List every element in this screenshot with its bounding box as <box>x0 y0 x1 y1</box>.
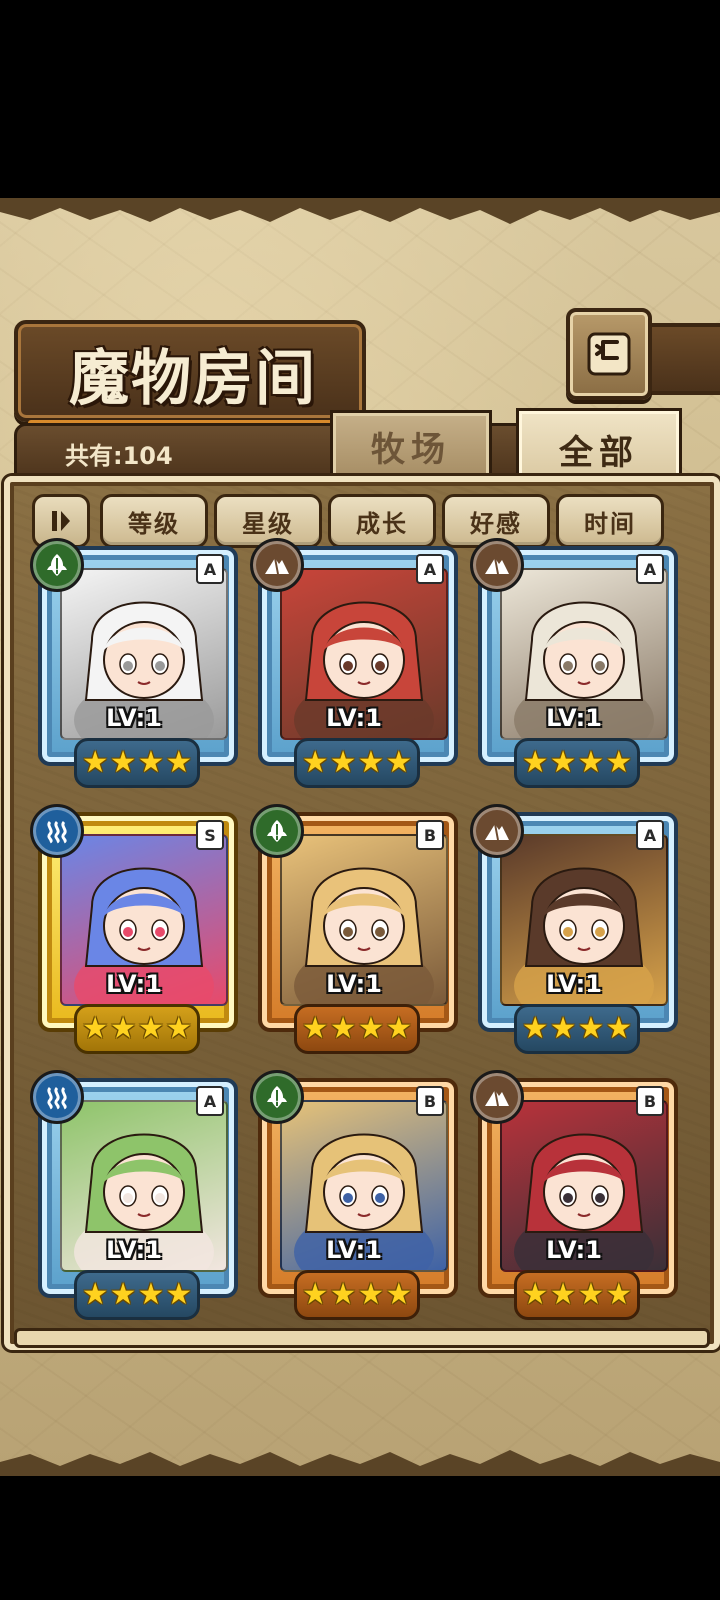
monster-card[interactable]: B LV:1 ★ ★ ★ ★ <box>250 804 458 1054</box>
game-screen: 魔物房间 共有:104 牧场 全部 等级 星级 成长 好感 时间 A LV:1 … <box>0 198 720 1476</box>
star-icon: ★ <box>137 745 165 780</box>
monster-level: LV:1 <box>546 704 602 732</box>
monster-card[interactable]: B LV:1 ★ ★ ★ ★ <box>470 1070 678 1320</box>
rank-badge: S <box>196 820 224 850</box>
star-icon: ★ <box>357 745 385 780</box>
star-icon: ★ <box>109 1277 137 1312</box>
earth-mountain-icon <box>470 538 524 592</box>
star-icon: ★ <box>329 1277 357 1312</box>
rank-badge: B <box>636 1086 664 1116</box>
star-icon: ★ <box>329 1011 357 1046</box>
star-icon: ★ <box>329 745 357 780</box>
earth-mountain-icon <box>470 804 524 858</box>
monster-level: LV:1 <box>106 704 162 732</box>
rank-badge: A <box>416 554 444 584</box>
star-icon: ★ <box>137 1277 165 1312</box>
star-icon: ★ <box>577 1277 605 1312</box>
star-rating: ★ ★ ★ ★ <box>294 738 420 788</box>
star-icon: ★ <box>165 1011 193 1046</box>
star-rating: ★ ★ ★ ★ <box>74 738 200 788</box>
rank-badge: A <box>196 554 224 584</box>
monster-level: LV:1 <box>106 970 162 998</box>
monster-card[interactable]: B LV:1 ★ ★ ★ ★ <box>250 1070 458 1320</box>
star-icon: ★ <box>605 1277 633 1312</box>
torn-paper-bottom <box>0 1450 720 1476</box>
star-icon: ★ <box>81 1011 109 1046</box>
monster-level: LV:1 <box>326 1236 382 1264</box>
monster-card[interactable]: A LV:1 ★ ★ ★ ★ <box>30 538 238 788</box>
rank-badge: A <box>196 1086 224 1116</box>
star-icon: ★ <box>137 1011 165 1046</box>
star-icon: ★ <box>549 1277 577 1312</box>
back-rail <box>640 323 720 395</box>
star-icon: ★ <box>521 1011 549 1046</box>
filter-time[interactable]: 时间 <box>556 494 664 548</box>
rank-badge: A <box>636 820 664 850</box>
star-icon: ★ <box>577 1011 605 1046</box>
star-icon: ★ <box>301 1277 329 1312</box>
star-icon: ★ <box>165 1277 193 1312</box>
panel-bottom-bar <box>14 1328 710 1348</box>
monster-level: LV:1 <box>106 1236 162 1264</box>
title-plate: 魔物房间 <box>14 320 366 426</box>
water-wave-icon <box>30 1070 84 1124</box>
star-icon: ★ <box>605 745 633 780</box>
earth-mountain-icon <box>470 1070 524 1124</box>
star-icon: ★ <box>385 745 413 780</box>
star-icon: ★ <box>549 1011 577 1046</box>
star-icon: ★ <box>521 745 549 780</box>
back-button[interactable] <box>566 308 652 400</box>
star-icon: ★ <box>577 745 605 780</box>
star-rating: ★ ★ ★ ★ <box>514 1270 640 1320</box>
star-icon: ★ <box>109 1011 137 1046</box>
star-rating: ★ ★ ★ ★ <box>74 1004 200 1054</box>
star-icon: ★ <box>301 1011 329 1046</box>
star-icon: ★ <box>521 1277 549 1312</box>
tab-pasture[interactable]: 牧场 <box>330 410 492 482</box>
rank-badge: B <box>416 1086 444 1116</box>
monster-card[interactable]: S LV:1 ★ ★ ★ ★ <box>30 804 238 1054</box>
star-icon: ★ <box>165 745 193 780</box>
star-icon: ★ <box>81 1277 109 1312</box>
star-rating: ★ ★ ★ ★ <box>74 1270 200 1320</box>
rank-badge: A <box>636 554 664 584</box>
earth-mountain-icon <box>250 538 304 592</box>
star-icon: ★ <box>385 1011 413 1046</box>
rank-badge: B <box>416 820 444 850</box>
sort-order-icon <box>52 511 70 531</box>
star-icon: ★ <box>301 745 329 780</box>
star-rating: ★ ★ ★ ★ <box>294 1004 420 1054</box>
monster-card[interactable]: A LV:1 ★ ★ ★ ★ <box>470 804 678 1054</box>
monster-level: LV:1 <box>326 970 382 998</box>
star-rating: ★ ★ ★ ★ <box>514 738 640 788</box>
filter-growth[interactable]: 成长 <box>328 494 436 548</box>
water-wave-icon <box>30 804 84 858</box>
nature-leaf-icon <box>250 1070 304 1124</box>
filter-level[interactable]: 等级 <box>100 494 208 548</box>
monster-card[interactable]: A LV:1 ★ ★ ★ ★ <box>30 1070 238 1320</box>
star-icon: ★ <box>385 1277 413 1312</box>
monster-level: LV:1 <box>546 1236 602 1264</box>
monster-count: 共有:104 <box>65 442 173 470</box>
monster-card[interactable]: A LV:1 ★ ★ ★ ★ <box>250 538 458 788</box>
nature-leaf-icon <box>30 538 84 592</box>
star-icon: ★ <box>357 1011 385 1046</box>
star-icon: ★ <box>549 745 577 780</box>
star-rating: ★ ★ ★ ★ <box>294 1270 420 1320</box>
torn-paper-top <box>0 198 720 224</box>
monster-level: LV:1 <box>546 970 602 998</box>
star-icon: ★ <box>109 745 137 780</box>
nature-leaf-icon <box>250 804 304 858</box>
star-icon: ★ <box>357 1277 385 1312</box>
star-icon: ★ <box>81 745 109 780</box>
monster-card[interactable]: A LV:1 ★ ★ ★ ★ <box>470 538 678 788</box>
back-arrow-icon <box>587 332 631 376</box>
monster-level: LV:1 <box>326 704 382 732</box>
star-rating: ★ ★ ★ ★ <box>514 1004 640 1054</box>
page-title: 魔物房间 <box>69 344 317 414</box>
star-icon: ★ <box>605 1011 633 1046</box>
